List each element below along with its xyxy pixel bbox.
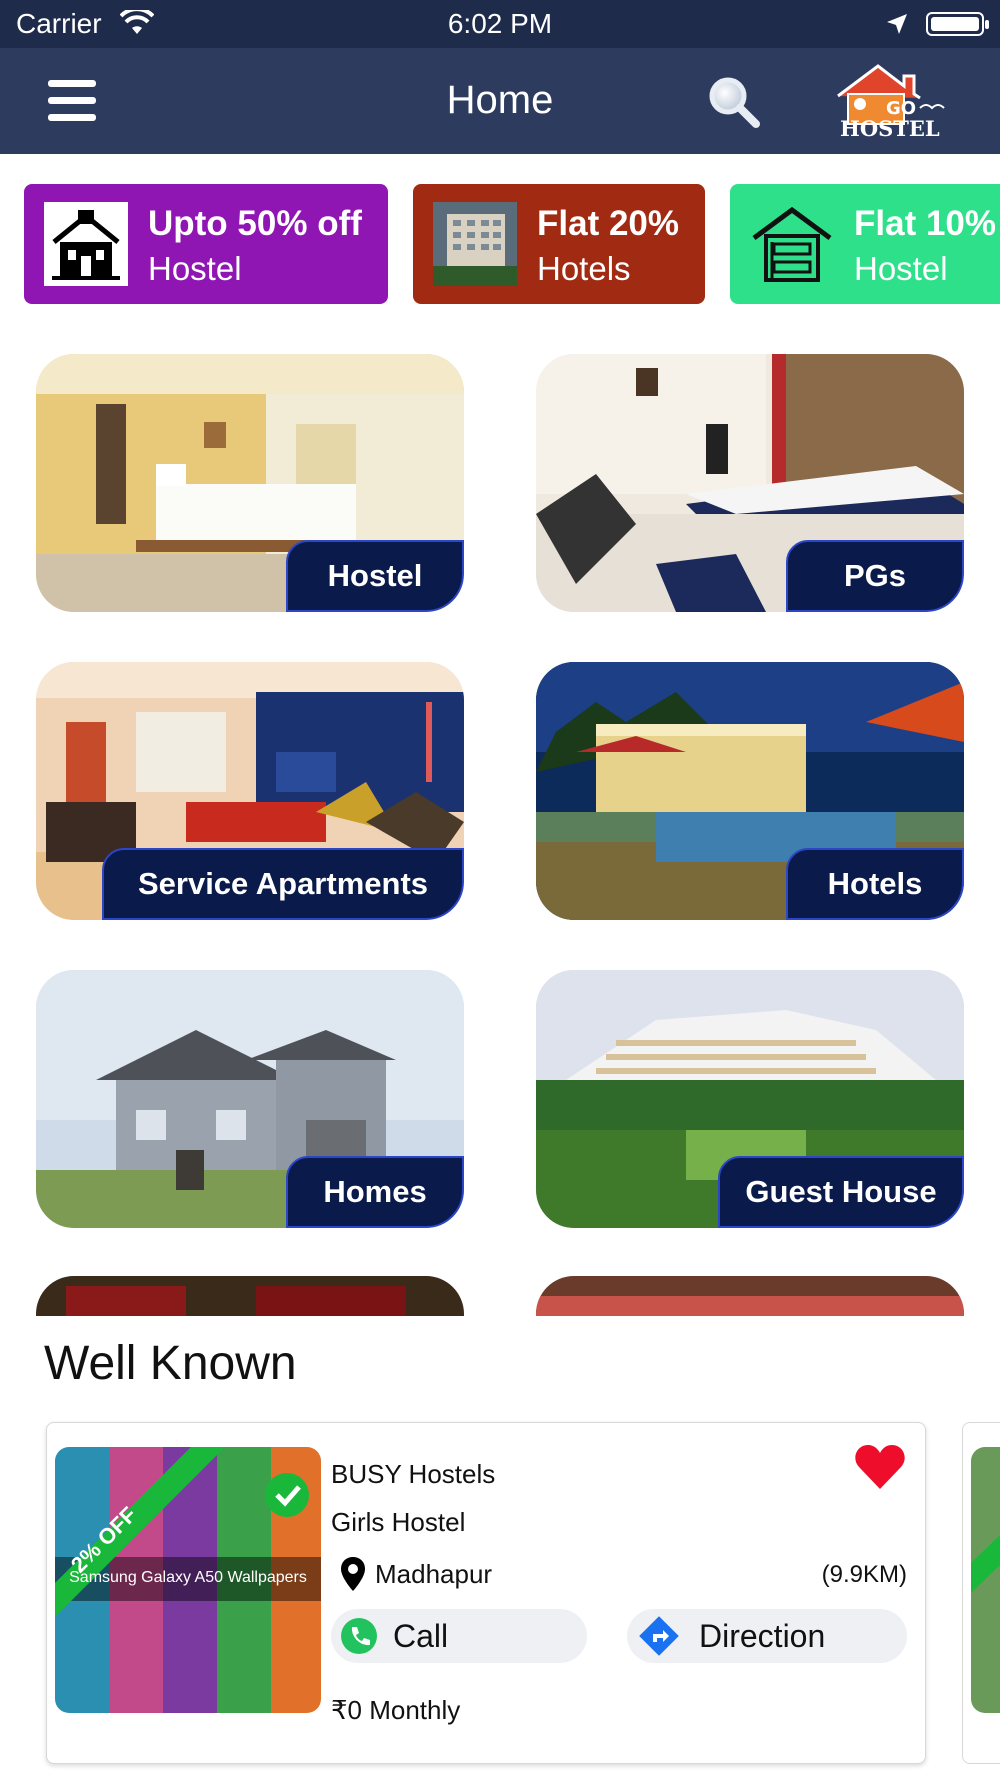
thumbnail-caption: Samsung Galaxy A50 Wallpapers bbox=[69, 1569, 307, 1586]
listing-type: Girls Hostel bbox=[331, 1507, 466, 1537]
tile-image bbox=[36, 1276, 464, 1316]
battery-icon bbox=[926, 12, 989, 36]
status-time: 6:02 PM bbox=[447, 8, 553, 39]
category-tile-service-apartments[interactable]: Service Apartments bbox=[36, 662, 464, 920]
school-icon bbox=[44, 202, 128, 286]
listing-card-next[interactable] bbox=[962, 1422, 1000, 1764]
hotel-thumbnail bbox=[433, 202, 517, 286]
listing-location: Madhapur bbox=[375, 1559, 493, 1589]
favorite-heart-icon[interactable] bbox=[855, 1445, 905, 1494]
promo-card-hostel-10[interactable]: Flat 10% Hostel bbox=[730, 184, 1000, 304]
listing-thumbnail: 2% OFF Samsung Galaxy A50 Wallpapers bbox=[55, 1447, 321, 1713]
search-icon[interactable] bbox=[706, 74, 762, 130]
category-tile-partial[interactable] bbox=[36, 1276, 464, 1316]
promo-card-hotels-20[interactable]: Flat 20% Hotels bbox=[413, 184, 705, 304]
direction-icon bbox=[637, 1614, 681, 1663]
status-bar: Carrier 6:02 PM bbox=[0, 0, 1000, 48]
category-tile-hotels[interactable]: Hotels bbox=[536, 662, 964, 920]
promo-title: Flat 10% bbox=[854, 204, 996, 243]
listing-name: BUSY Hostels bbox=[331, 1459, 496, 1489]
category-tile-homes[interactable]: Homes bbox=[36, 970, 464, 1228]
location-pin-icon bbox=[341, 1557, 365, 1596]
category-tile-pgs[interactable]: PGs bbox=[536, 354, 964, 612]
call-label: Call bbox=[393, 1618, 449, 1654]
tile-label: Service Apartments bbox=[102, 848, 464, 920]
tile-image bbox=[536, 1276, 964, 1316]
direction-button[interactable]: Direction bbox=[627, 1609, 907, 1663]
logo-hostel-text: HOSTEL bbox=[840, 116, 940, 141]
nav-bar: Home GO HOSTEL bbox=[0, 48, 1000, 154]
tile-label: Homes bbox=[286, 1156, 464, 1228]
go-hostel-logo: GO HOSTEL bbox=[830, 62, 950, 142]
listing-thumbnail bbox=[971, 1447, 1000, 1713]
promo-subtitle: Hotels bbox=[537, 250, 631, 287]
direction-label: Direction bbox=[699, 1618, 826, 1654]
tile-label: PGs bbox=[786, 540, 964, 612]
tile-label: Guest House bbox=[718, 1156, 964, 1228]
promo-card-hostel-50[interactable]: Upto 50% off Hostel bbox=[24, 184, 388, 304]
location-arrow-icon bbox=[885, 12, 909, 41]
category-tile-guest-house[interactable]: Guest House bbox=[536, 970, 964, 1228]
promo-subtitle: Hostel bbox=[854, 250, 948, 287]
listing-card[interactable]: 2% OFF Samsung Galaxy A50 Wallpapers BUS… bbox=[46, 1422, 926, 1764]
promo-strip: Upto 50% off Hostel Flat 20% Hotels Flat… bbox=[0, 184, 1000, 304]
tile-label: Hotels bbox=[786, 848, 964, 920]
promo-title: Flat 20% bbox=[537, 204, 679, 243]
listing-distance: (9.9KM) bbox=[821, 1561, 907, 1588]
promo-subtitle: Hostel bbox=[148, 250, 242, 287]
listing-price: ₹0 Monthly bbox=[331, 1695, 461, 1725]
section-title-well-known: Well Known bbox=[44, 1337, 297, 1390]
promo-title: Upto 50% off bbox=[148, 204, 362, 243]
call-button[interactable]: Call bbox=[331, 1609, 587, 1663]
bunk-bed-icon bbox=[750, 202, 834, 286]
category-tile-hostel[interactable]: Hostel bbox=[36, 354, 464, 612]
phone-icon bbox=[341, 1618, 377, 1659]
category-tile-partial[interactable] bbox=[536, 1276, 964, 1316]
tile-label: Hostel bbox=[286, 540, 464, 612]
